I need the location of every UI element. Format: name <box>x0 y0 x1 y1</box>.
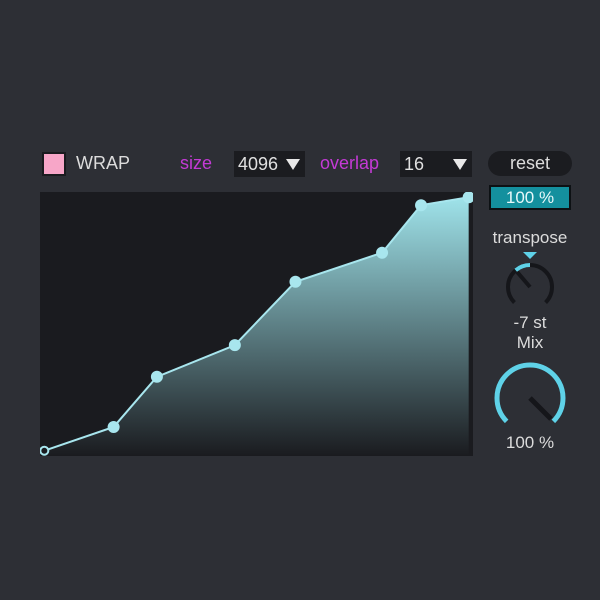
reset-button[interactable]: reset <box>488 151 572 176</box>
curve-point[interactable] <box>150 370 163 383</box>
curve-point[interactable] <box>462 192 473 204</box>
transpose-marker-icon <box>523 252 537 259</box>
size-dropdown[interactable]: 4096 <box>234 151 305 177</box>
chevron-down-icon <box>286 159 300 170</box>
knob-pointer <box>515 270 532 289</box>
knob-value-arc <box>494 362 566 424</box>
size-value: 4096 <box>238 154 279 174</box>
curve-point[interactable] <box>376 246 389 259</box>
knob-pointer <box>528 396 553 421</box>
wrap-checkbox[interactable] <box>42 152 66 176</box>
amount-number-box[interactable]: 100 % <box>489 185 571 210</box>
overlap-dropdown[interactable]: 16 <box>400 151 472 177</box>
curve-point[interactable] <box>415 199 428 212</box>
curve-point[interactable] <box>289 275 302 288</box>
transpose-knob[interactable] <box>495 250 565 320</box>
curve-point[interactable] <box>107 420 120 433</box>
size-label: size <box>180 153 213 173</box>
curve-point[interactable] <box>228 339 241 352</box>
curve-editor[interactable] <box>40 192 473 456</box>
overlap-value: 16 <box>404 154 425 174</box>
mix-value: 100 % <box>505 433 555 452</box>
overlap-label: overlap <box>320 153 380 173</box>
curve-fill <box>44 197 469 456</box>
knob-value-arc <box>514 263 531 272</box>
knob-track <box>506 263 554 304</box>
chevron-down-icon <box>453 159 467 170</box>
wrap-label: WRAP <box>76 153 130 173</box>
mix-label: Mix <box>516 333 544 352</box>
transpose-label: transpose <box>492 228 568 247</box>
curve-point[interactable] <box>40 445 50 456</box>
transpose-value: -7 st <box>513 313 547 332</box>
mix-knob[interactable] <box>490 356 570 436</box>
